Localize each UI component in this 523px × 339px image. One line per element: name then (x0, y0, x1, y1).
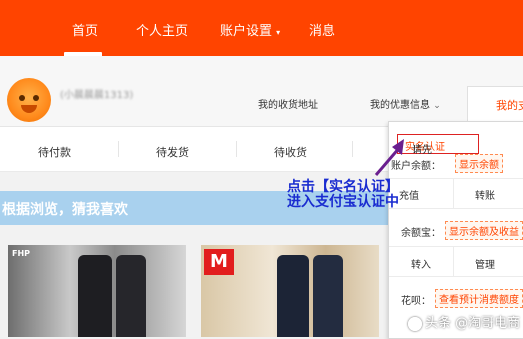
product-image (78, 255, 112, 337)
product-image (277, 255, 309, 337)
product-image (313, 255, 343, 337)
chevron-down-icon: ▾ (276, 28, 281, 37)
show-balance-button[interactable]: 显示余额 (455, 154, 503, 173)
show-yuebao-button[interactable]: 显示余额及收益 (445, 221, 523, 240)
pending-receipt-link[interactable]: 待收货 (274, 144, 307, 160)
recommendation-title: 根据浏览，猜我喜欢 (2, 202, 128, 218)
chevron-down-icon: ⌄ (433, 101, 441, 111)
divider (118, 141, 119, 157)
yuebao-label: 余额宝： (401, 228, 441, 239)
nav-item-profile[interactable]: 个人主页 (136, 20, 188, 39)
verify-text: 请先 实名认证！ (405, 142, 445, 156)
coupon-info-label: 我的优惠信息 (370, 100, 430, 111)
annotation-arrow-icon (374, 139, 404, 176)
brand-logo-icon: M (204, 249, 234, 275)
coupon-info-link[interactable]: 我的优惠信息 ⌄ (370, 96, 441, 111)
avatar-eye-icon (19, 95, 25, 101)
avatar-mouth-icon (21, 105, 37, 113)
divider (352, 141, 353, 157)
product-image (116, 255, 146, 337)
divider (453, 246, 454, 276)
avatar-eye-icon (33, 95, 39, 101)
transfer-in-button[interactable]: 转入 (411, 256, 431, 271)
nav-item-account-settings-label: 账户设置 (220, 24, 273, 39)
nav-item-messages[interactable]: 消息 (309, 20, 335, 39)
avatar[interactable] (7, 78, 51, 122)
annotation-line-2: 进入支付宝认证中 (287, 194, 399, 210)
watermark-logo-icon (408, 316, 422, 331)
product-card[interactable]: M (201, 245, 379, 337)
recharge-button[interactable]: 充值 (399, 187, 419, 202)
nav-item-account-settings[interactable]: 账户设置 ▾ (220, 20, 280, 39)
pending-shipment-link[interactable]: 待发货 (156, 144, 189, 160)
username: (小晨晨晨1313) (60, 90, 134, 101)
watermark: 头条 @淘哥电商 (408, 312, 520, 331)
huabei-label: 花呗： (401, 296, 431, 307)
pending-payment-link[interactable]: 待付款 (38, 144, 71, 160)
divider (389, 276, 523, 277)
divider (236, 141, 237, 157)
profile-strip: (小晨晨晨1313) (0, 56, 523, 127)
watermark-text: 头条 @淘哥电商 (425, 316, 521, 331)
manage-button[interactable]: 管理 (475, 256, 495, 271)
transfer-button[interactable]: 转账 (475, 187, 495, 202)
view-huabei-limit-button[interactable]: 查看预计消费额度 (435, 289, 523, 308)
nav-item-home[interactable]: 首页 (72, 20, 98, 39)
shipping-address-link[interactable]: 我的收货地址 (258, 96, 318, 111)
divider (453, 178, 454, 208)
product-card[interactable]: FHP (8, 245, 186, 337)
tab-my-alipay-label: 我的支 (496, 99, 523, 112)
divider (389, 208, 523, 209)
product-brand-label: FHP (12, 249, 31, 258)
divider (389, 246, 523, 247)
top-nav-bar: 首页 个人主页 账户设置 ▾ 消息 (0, 0, 523, 56)
